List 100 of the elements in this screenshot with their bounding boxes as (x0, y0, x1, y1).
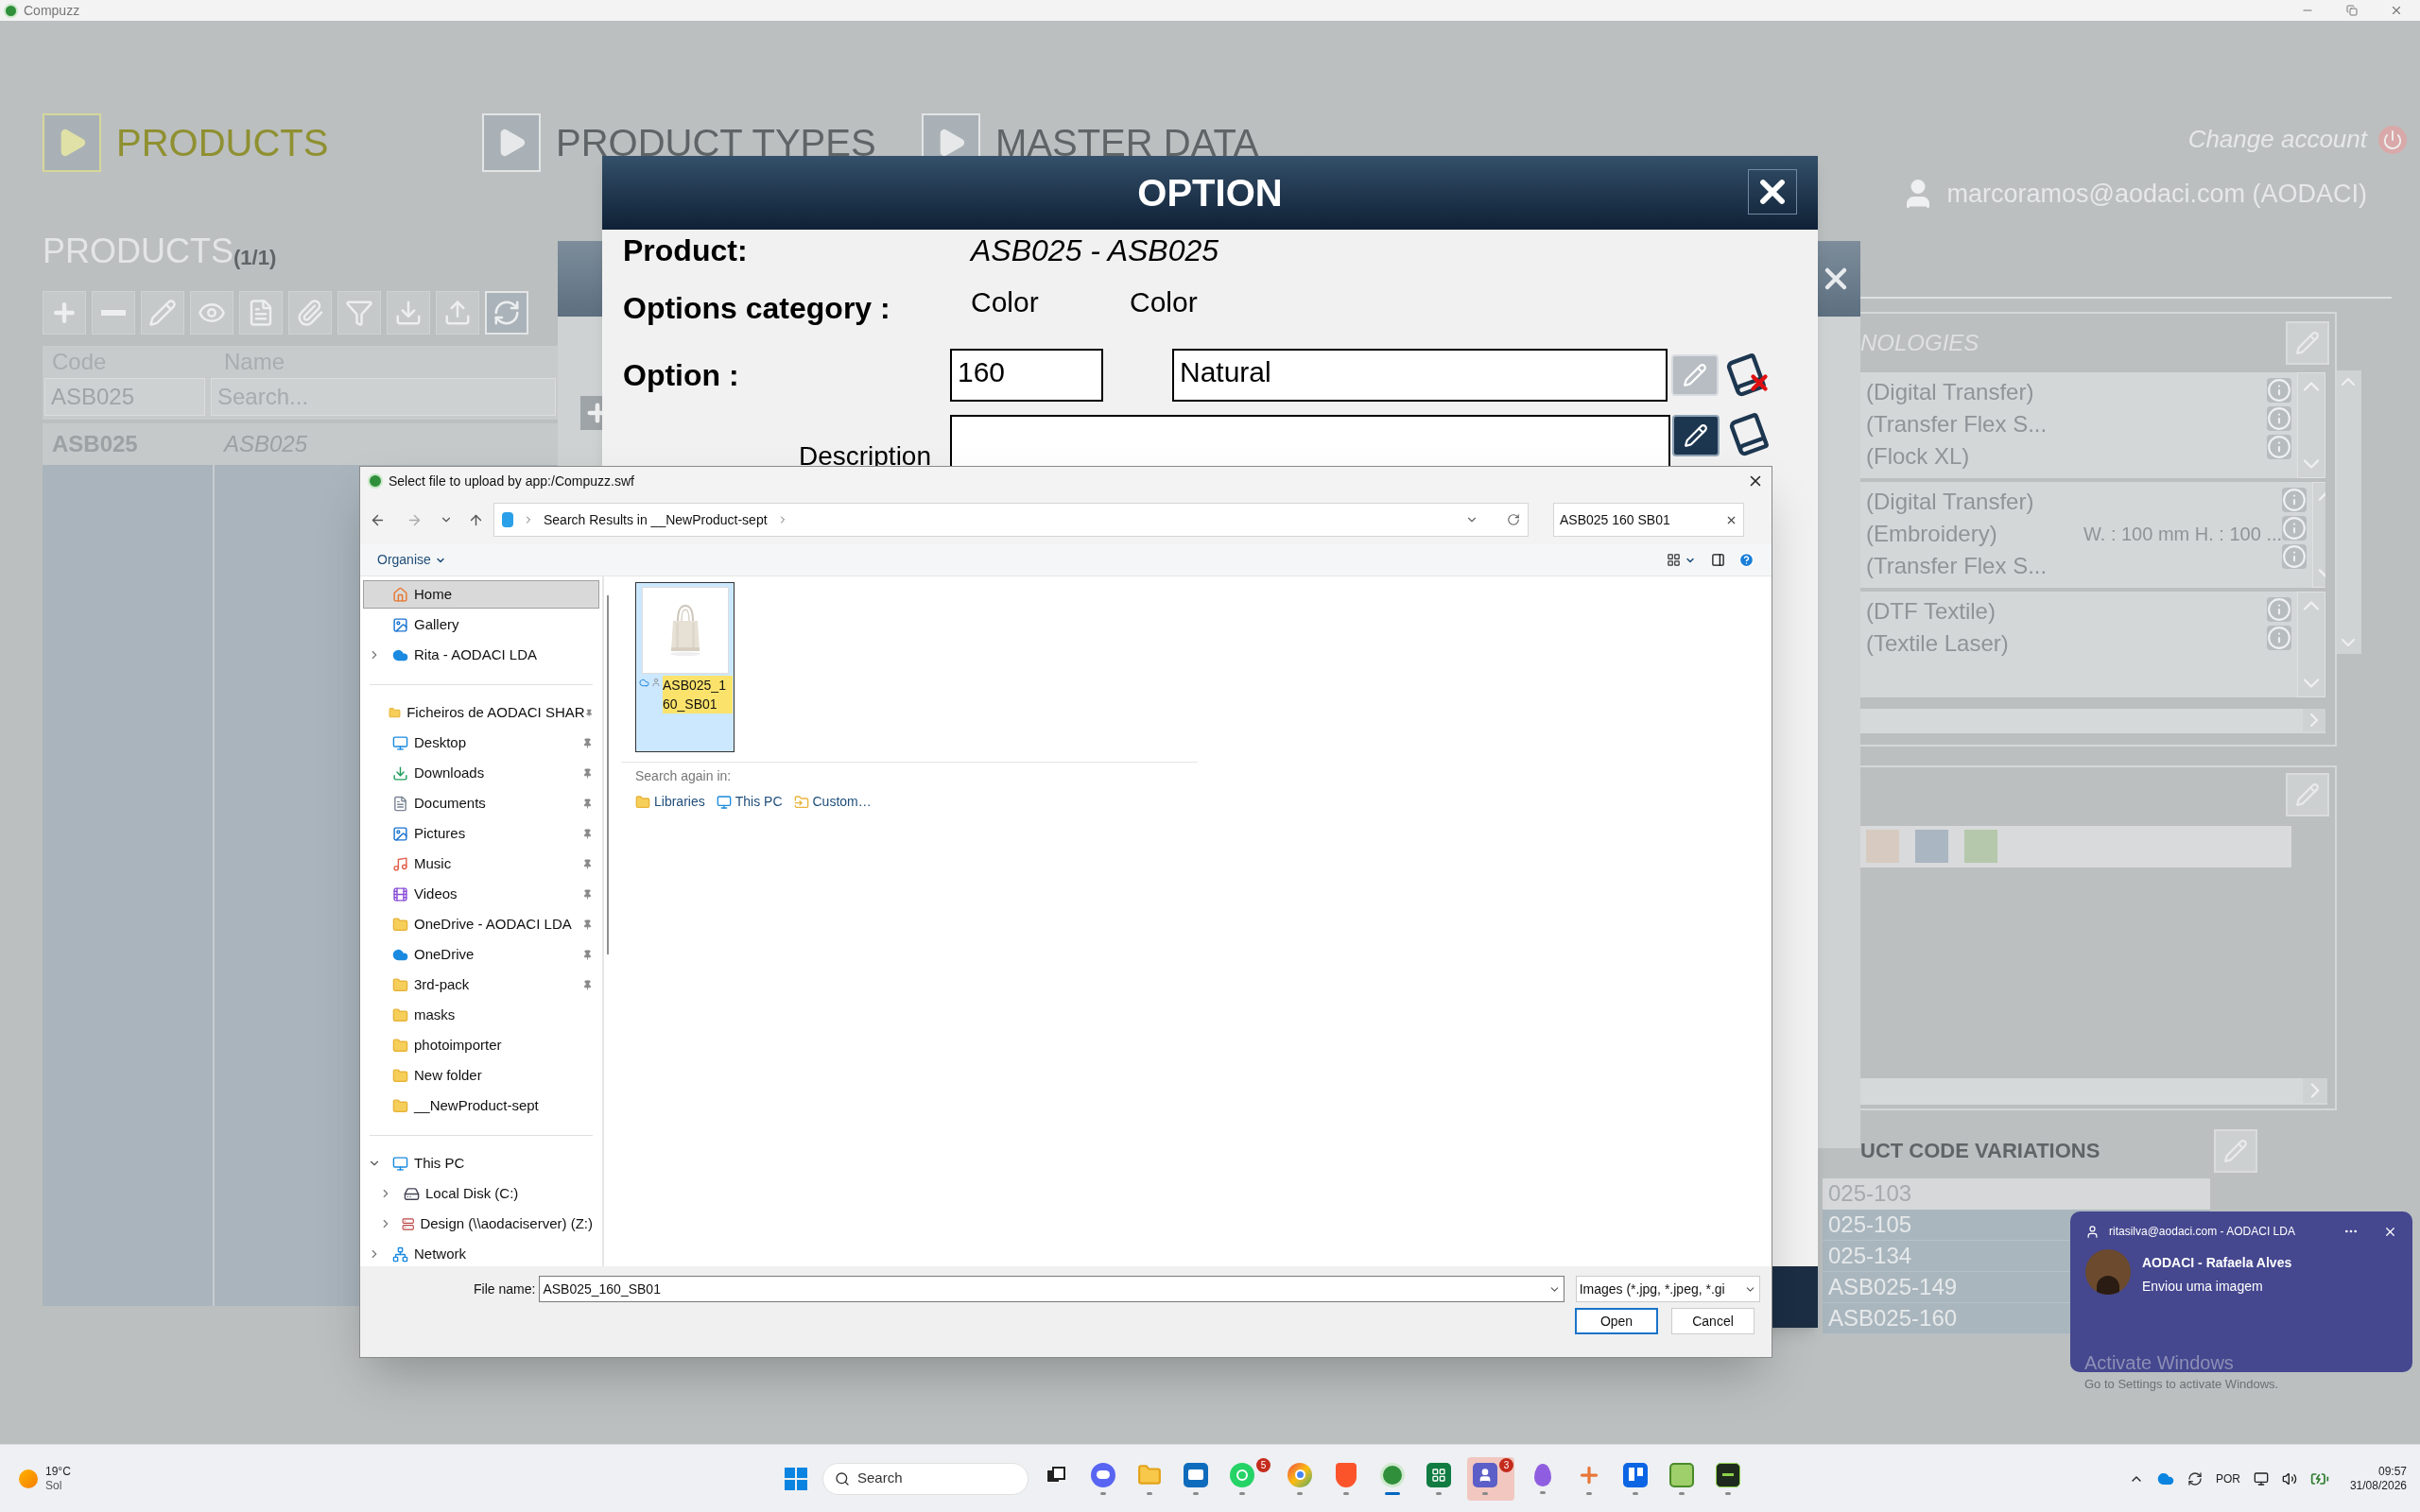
taskbar-app[interactable]: 5 (1224, 1456, 1271, 1501)
nav-item[interactable]: Network (363, 1240, 599, 1266)
file-name-field[interactable]: ASB025_160_SB01 (539, 1276, 1564, 1302)
nav-label: Pictures (414, 823, 467, 843)
power-icon[interactable] (2378, 125, 2407, 154)
nav-item[interactable]: Local Disk (C:) (363, 1179, 599, 1208)
nav-item[interactable]: Home (363, 580, 599, 609)
task-view-icon[interactable] (1046, 1464, 1067, 1486)
nav-item[interactable]: OneDrive (363, 940, 599, 969)
start-icon[interactable] (785, 1467, 807, 1490)
pin-icon[interactable] (584, 707, 593, 718)
image-icon (392, 616, 408, 633)
search-location-link[interactable]: Custom… (793, 792, 872, 812)
shield-icon[interactable] (1336, 1462, 1357, 1487)
address-bar[interactable]: Search Results in __NewProduct-sept (493, 503, 1529, 537)
pin-icon[interactable] (582, 737, 593, 748)
file-tile[interactable]: ASB025_160_SB01 (635, 582, 735, 752)
pin-icon[interactable] (582, 888, 593, 900)
option-code-field[interactable]: 160 (950, 349, 1103, 402)
chat-icon[interactable] (1091, 1462, 1115, 1487)
nav-item[interactable]: __NewProduct-sept (363, 1091, 599, 1120)
nav-item[interactable]: This PC (363, 1149, 599, 1177)
refresh-icon[interactable] (1507, 513, 1520, 526)
option-name-field[interactable]: Natural (1172, 349, 1668, 402)
terminal-icon[interactable] (1716, 1462, 1740, 1487)
upload-icon (443, 299, 472, 327)
nav-item[interactable]: Rita - AODACI LDA (363, 641, 599, 669)
speaker-icon[interactable] (2281, 1470, 2297, 1486)
folder-icon[interactable] (1137, 1462, 1162, 1487)
pin-icon[interactable] (582, 767, 593, 779)
technology-name: (Digital Transfer) (1866, 487, 2035, 516)
file-type-select[interactable]: Images (*.jpg, *.jpeg, *.gi (1575, 1276, 1760, 1302)
folder-search-field[interactable]: ASB025 160 SB01 (1553, 503, 1744, 537)
drop-icon[interactable] (1534, 1463, 1551, 1486)
nav-label: Gallery (414, 614, 460, 634)
file-name: ASB025_160_SB01 (663, 676, 733, 713)
cloud-icon (639, 678, 649, 688)
dialog-button[interactable]: Open (1575, 1308, 1658, 1334)
pin-icon[interactable] (582, 919, 593, 930)
notepad-icon[interactable] (1669, 1462, 1694, 1487)
nav-item[interactable]: masks (363, 1001, 599, 1029)
nav-item[interactable]: Pictures (363, 819, 599, 848)
nav-item[interactable]: Gallery (363, 610, 599, 639)
phone-icon[interactable] (1230, 1462, 1254, 1487)
nav-item[interactable]: Design (\\aodaciserver) (Z:) (363, 1210, 599, 1238)
download-icon (392, 765, 408, 782)
preview-pane-icon[interactable] (1711, 553, 1725, 567)
board-icon[interactable] (1623, 1462, 1648, 1487)
nav-item[interactable]: New folder (363, 1061, 599, 1090)
pin-icon[interactable] (582, 949, 593, 960)
pin-icon[interactable] (582, 858, 593, 869)
browser-icon[interactable] (1288, 1462, 1312, 1487)
folder-icon (392, 1037, 408, 1054)
close-button[interactable] (1748, 169, 1797, 215)
dialog-button[interactable]: Cancel (1671, 1308, 1754, 1334)
nav-item[interactable]: Downloads (363, 759, 599, 787)
taskbar-search-field[interactable]: Search (822, 1462, 1028, 1495)
pin-icon[interactable] (582, 979, 593, 990)
mail-icon[interactable] (1184, 1462, 1208, 1487)
nav-item[interactable]: 3rd-pack (363, 971, 599, 999)
search-location-link[interactable]: This PC (716, 792, 783, 812)
nav-label: Desktop (414, 732, 468, 752)
refresh-button[interactable] (485, 291, 528, 335)
edit-button[interactable] (1672, 415, 1720, 456)
avatar (2085, 1249, 2131, 1295)
clock-time[interactable]: 09:57 (2377, 1464, 2407, 1479)
taskbar-app[interactable]: 3 (1467, 1456, 1514, 1501)
technology-name: (Digital Transfer) (1866, 377, 2035, 406)
gear-icon[interactable] (1380, 1462, 1405, 1487)
person-icon (651, 678, 661, 687)
help-icon[interactable] (1738, 552, 1754, 568)
language-indicator[interactable]: POR (2215, 1469, 2240, 1487)
nav-item[interactable]: Ficheiros de AODACI SHAR (363, 698, 599, 727)
server-icon (402, 1215, 415, 1232)
pin-icon[interactable] (582, 798, 593, 809)
nav-item[interactable]: Videos (363, 880, 599, 908)
spreadsheet-icon[interactable] (1426, 1462, 1451, 1487)
color-swatch[interactable] (1915, 830, 1948, 863)
sync-icon[interactable] (2187, 1470, 2203, 1486)
search-icon (835, 1470, 850, 1486)
nav-label: Music (414, 853, 453, 873)
nav-item[interactable]: Documents (363, 789, 599, 817)
nav-item[interactable]: Music (363, 850, 599, 878)
nav-item[interactable]: OneDrive - AODACI LDA (363, 910, 599, 938)
search-location-link[interactable]: Libraries (635, 792, 705, 812)
restore-icon[interactable] (2346, 5, 2358, 16)
people-icon[interactable] (1473, 1462, 1497, 1487)
technology-name: (Flock XL) (1866, 441, 1971, 471)
clock-date[interactable]: 31/08/2026 (2349, 1478, 2407, 1493)
nav-item[interactable]: Desktop (363, 729, 599, 757)
color-swatch[interactable] (1866, 830, 1899, 863)
organise-menu[interactable]: Organise (377, 550, 446, 570)
network-icon[interactable] (2253, 1470, 2269, 1486)
paperclip-button[interactable] (288, 291, 332, 335)
notification-badge: 3 (1499, 1457, 1513, 1472)
pin-icon[interactable] (582, 828, 593, 839)
nav-item[interactable]: photoimporter (363, 1031, 599, 1059)
view-icon[interactable] (1667, 553, 1681, 567)
color-swatch[interactable] (1964, 830, 1997, 863)
weather-sun-icon[interactable] (19, 1469, 38, 1488)
